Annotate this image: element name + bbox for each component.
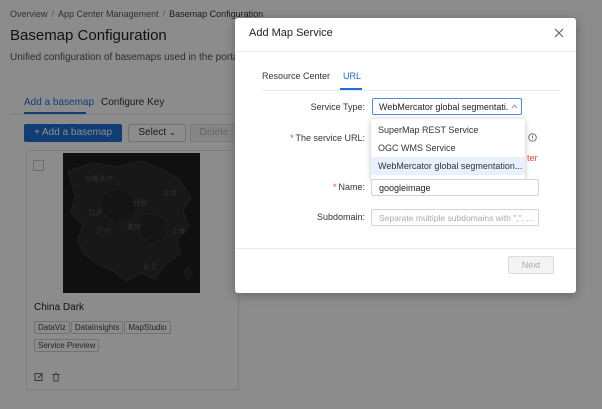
chevron-up-icon	[511, 104, 518, 109]
service-type-select[interactable]: WebMercator global segmentati...	[372, 98, 522, 115]
dialog-header-divider	[235, 51, 576, 52]
option-supermap-rest[interactable]: SuperMap REST Service	[371, 121, 525, 139]
dialog-tabs: Resource Center URL	[262, 68, 560, 91]
active-tab-indicator	[340, 88, 362, 90]
next-button[interactable]: Next	[508, 256, 554, 274]
option-webmercator[interactable]: WebMercator global segmentation...	[371, 157, 525, 175]
service-type-value: WebMercator global segmentati...	[379, 102, 509, 112]
subdomain-placeholder: Separate multiple subdomains with ",", .…	[379, 213, 534, 223]
name-value: googleimage	[379, 183, 431, 193]
option-ogc-wms[interactable]: OGC WMS Service	[371, 139, 525, 157]
service-url-label: * The service URL:	[289, 133, 365, 143]
dialog-title: Add Map Service	[249, 27, 333, 39]
add-map-service-dialog: Add Map Service Resource Center URL Serv…	[235, 18, 576, 293]
dialog-footer-divider	[235, 248, 576, 249]
info-circle-icon[interactable]	[528, 133, 537, 142]
subdomain-input[interactable]: Separate multiple subdomains with ",", .…	[371, 209, 539, 226]
service-type-dropdown: SuperMap REST Service OGC WMS Service We…	[371, 119, 525, 179]
service-url-error: ter	[527, 153, 538, 163]
tab-resource-center[interactable]: Resource Center	[262, 71, 330, 81]
name-input[interactable]: googleimage	[371, 179, 539, 196]
name-label: * Name:	[332, 182, 365, 192]
subdomain-label: Subdomain:	[316, 212, 365, 222]
tab-url[interactable]: URL	[343, 71, 361, 81]
service-type-label: Service Type:	[310, 102, 365, 112]
close-icon[interactable]	[553, 27, 565, 39]
